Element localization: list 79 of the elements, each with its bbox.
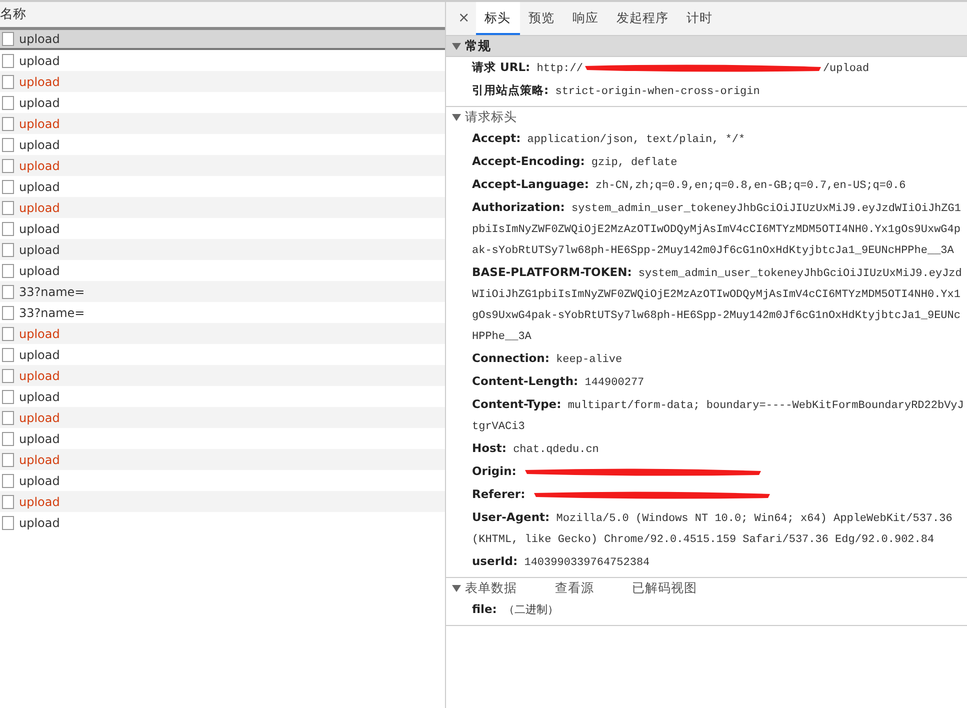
tab[interactable]: 计时 [678,2,722,35]
request-row[interactable]: upload [0,407,445,428]
file-icon [2,200,14,214]
header-field: Origin: [446,461,967,484]
expand-triangle-icon[interactable] [452,585,461,592]
tab[interactable]: 发起程序 [608,2,678,35]
tab[interactable]: 响应 [564,2,608,35]
expand-triangle-icon[interactable] [452,42,461,50]
close-button[interactable]: × [452,2,476,35]
file-icon [2,474,14,488]
file-icon [2,368,14,382]
request-row[interactable]: upload [0,218,445,239]
request-row[interactable]: upload [0,239,445,260]
request-row[interactable]: 33?name= [0,302,445,323]
request-row[interactable]: upload [0,134,445,155]
section-header[interactable]: 表单数据 查看源 已解码视图 [446,578,967,599]
section-header[interactable]: 常规 [446,36,967,57]
header-field: User-Agent: Mozilla/5.0 (Windows NT 10.0; Win64; x64) AppleWebKit/537.36 (KHTML, like Gecko) Chrome/92.0.4515.159 Safari/537.36 Edg/92.0.902.84 [446,507,967,551]
file-icon [2,54,14,68]
request-row[interactable]: upload [0,449,445,470]
file-icon [2,96,14,110]
request-row[interactable]: upload [0,113,445,134]
request-row[interactable]: upload [0,386,445,407]
file-icon [2,74,14,88]
header-field: 引用站点策略: strict-origin-when-cross-origin [446,80,967,103]
header-field: Content-Length: 144900277 [446,371,967,394]
header-field: Accept: application/json, text/plain, */* [446,128,967,151]
request-row[interactable]: upload [0,512,445,533]
request-row[interactable]: 33?name= [0,281,445,302]
file-icon [2,242,14,256]
header-field: Accept-Encoding: gzip, deflate [446,151,967,174]
request-row[interactable]: upload [0,365,445,386]
file-icon [2,326,14,340]
section-title[interactable]: 表单数据 [465,579,517,598]
request-row[interactable]: upload [0,30,445,50]
file-icon [2,264,14,278]
section-title[interactable]: 常规 [465,36,491,56]
header-field: Referer: [446,484,967,507]
request-row[interactable]: upload [0,428,445,449]
request-row[interactable]: upload [0,50,445,71]
request-row[interactable]: upload [0,92,445,113]
request-row[interactable]: upload [0,71,445,92]
file-icon [2,432,14,446]
tab[interactable]: 标头 [476,2,520,35]
file-icon [2,284,14,298]
header-field: Host: chat.qdedu.cn [446,438,967,461]
file-icon [2,348,14,362]
request-row[interactable]: upload [0,176,445,197]
header-field: Accept-Language: zh-CN,zh;q=0.9,en;q=0.8,en-GB;q=0.7,en-US;q=0.6 [446,174,967,197]
file-icon [2,390,14,404]
request-row[interactable]: upload [0,197,445,218]
request-row[interactable]: upload [0,470,445,491]
file-icon [2,32,14,46]
file-icon [2,494,14,508]
request-row[interactable]: upload [0,155,445,176]
file-icon [2,158,14,172]
header-field: userId: 1403990339764752384 [446,551,967,574]
file-icon [2,116,14,130]
view-link[interactable]: 已解码视图 [632,579,697,598]
tab[interactable]: 预览 [520,2,564,35]
file-icon [2,516,14,530]
header-field: Connection: keep-alive [446,348,967,371]
request-row[interactable]: upload [0,344,445,365]
file-icon [2,180,14,194]
header-field: 请求 URL: http:// /upload [446,57,967,80]
view-link[interactable]: 查看源 [555,579,594,598]
request-row[interactable]: upload [0,323,445,344]
request-row[interactable]: upload [0,260,445,281]
file-icon [2,222,14,236]
file-icon [2,410,14,424]
column-header: 名称 [0,6,26,24]
section-title[interactable]: 请求标头 [465,108,517,127]
file-icon [2,306,14,320]
header-field: file: （二进制） [446,599,967,622]
expand-triangle-icon[interactable] [452,114,461,121]
file-icon [2,452,14,466]
file-icon [2,138,14,152]
section-header[interactable]: 请求标头 [446,107,967,128]
request-row[interactable]: upload [0,491,445,512]
